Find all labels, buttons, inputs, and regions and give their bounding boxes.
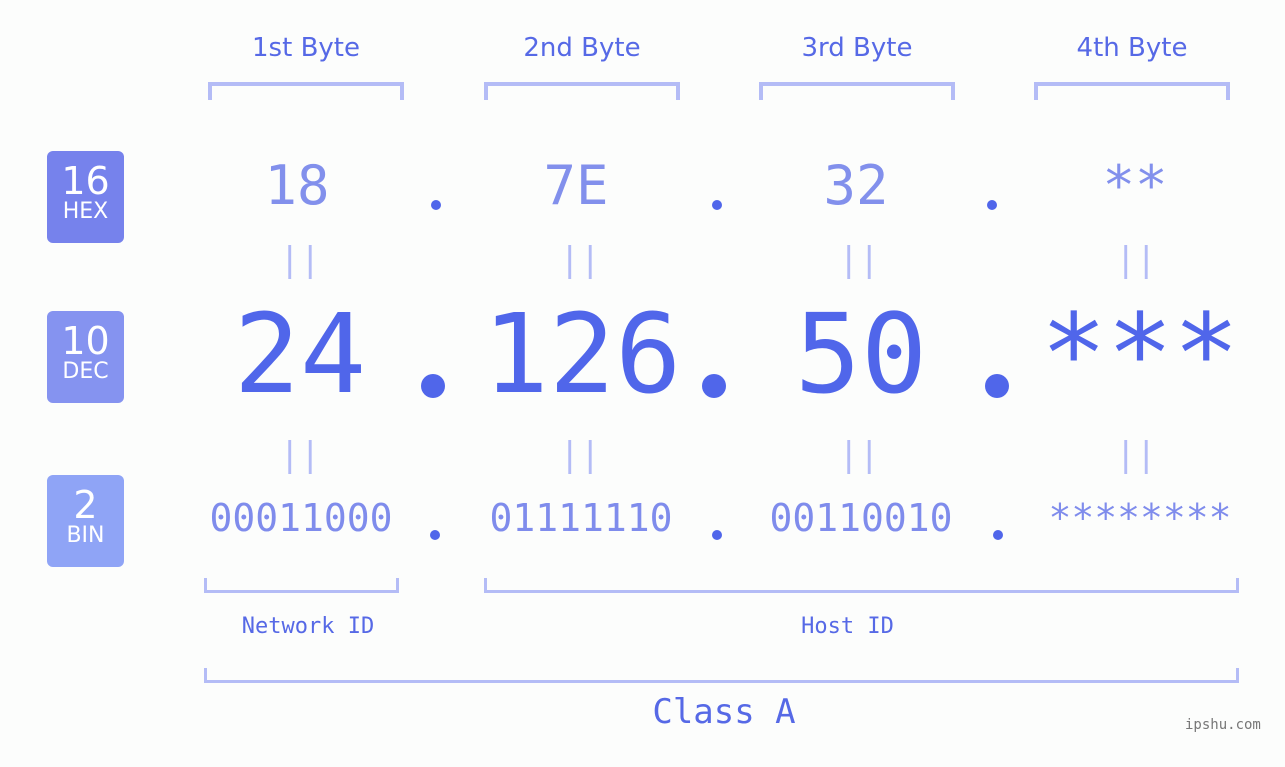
equals-dec-bin-2: ||	[559, 435, 601, 475]
bin-badge: 2 BIN	[47, 475, 124, 567]
hex-dot-2	[712, 200, 722, 210]
dec-dot-3	[985, 374, 1009, 398]
dec-value-2: 126	[482, 290, 682, 418]
bin-value-2: 01111110	[489, 496, 673, 540]
network-id-label: Network ID	[241, 614, 375, 639]
byte-bracket-1	[208, 82, 404, 100]
bin-value-3: 00110010	[769, 496, 953, 540]
hex-badge-label: HEX	[62, 199, 109, 224]
hex-badge-base: 16	[61, 159, 110, 203]
hex-value-4: **	[1102, 154, 1168, 217]
bin-dot-3	[993, 530, 1003, 540]
hex-dot-1	[431, 200, 441, 210]
hex-value-3: 32	[823, 154, 889, 217]
byte-bracket-2	[484, 82, 680, 100]
dec-dot-2	[702, 374, 726, 398]
watermark: ipshu.com	[1185, 717, 1261, 733]
equals-hex-dec-3: ||	[838, 240, 880, 280]
equals-dec-bin-3: ||	[838, 435, 880, 475]
host-id-bracket	[484, 578, 1239, 593]
hex-badge: 16 HEX	[47, 151, 124, 243]
hex-value-1: 18	[264, 154, 330, 217]
dec-badge-base: 10	[61, 319, 110, 363]
class-bracket	[204, 668, 1239, 683]
bin-dot-1	[430, 530, 440, 540]
byte-header-1: 1st Byte	[252, 33, 360, 63]
byte-header-2: 2nd Byte	[523, 33, 641, 63]
dec-badge: 10 DEC	[47, 311, 124, 403]
hex-dot-3	[987, 200, 997, 210]
dec-badge-label: DEC	[62, 359, 109, 384]
bin-badge-label: BIN	[66, 523, 105, 548]
hex-value-2: 7E	[543, 154, 609, 217]
equals-hex-dec-2: ||	[559, 240, 601, 280]
host-id-label: Host ID	[801, 614, 894, 639]
equals-hex-dec-1: ||	[279, 240, 321, 280]
byte-bracket-4	[1034, 82, 1230, 100]
equals-dec-bin-1: ||	[279, 435, 321, 475]
dec-value-4: ***	[1040, 290, 1240, 418]
equals-dec-bin-4: ||	[1115, 435, 1157, 475]
dec-dot-1	[421, 374, 445, 398]
network-id-bracket	[204, 578, 399, 593]
equals-hex-dec-4: ||	[1115, 240, 1157, 280]
byte-header-4: 4th Byte	[1076, 33, 1188, 63]
byte-header-3: 3rd Byte	[801, 33, 913, 63]
bin-value-4: ********	[1048, 496, 1232, 540]
bin-value-1: 00011000	[209, 496, 393, 540]
dec-value-3: 50	[794, 290, 928, 418]
dec-value-1: 24	[233, 290, 367, 418]
bin-badge-base: 2	[73, 483, 98, 527]
byte-bracket-3	[759, 82, 955, 100]
class-label: Class A	[652, 692, 796, 732]
bin-dot-2	[712, 530, 722, 540]
